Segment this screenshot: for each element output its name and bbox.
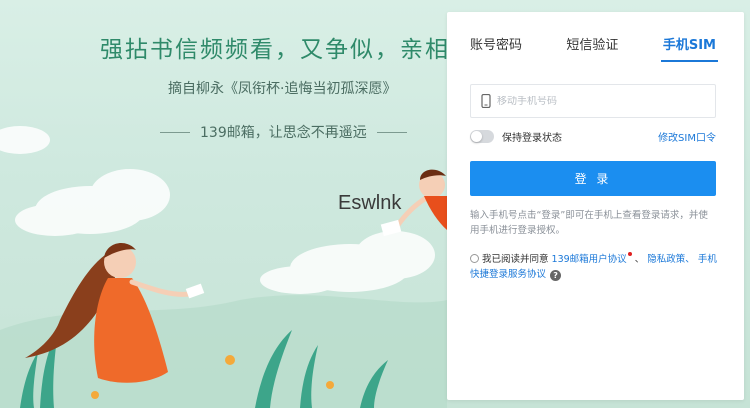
agreement-separator: 、 bbox=[634, 254, 645, 265]
change-sim-password-link[interactable]: 修改SIM口令 bbox=[658, 129, 716, 144]
mobile-phone-icon bbox=[481, 94, 491, 108]
phone-number-input[interactable] bbox=[497, 95, 697, 107]
user-agreement-link[interactable]: 139邮箱用户协议 bbox=[552, 254, 627, 265]
privacy-policy-link[interactable]: 隐私政策、 bbox=[647, 254, 695, 265]
tab-mobile-sim[interactable]: 手机SIM bbox=[660, 38, 719, 62]
banner-slogan-row: 139邮箱，让思念不再遥远 bbox=[160, 122, 450, 142]
phone-input-box[interactable] bbox=[470, 84, 716, 118]
remember-login-toggle[interactable] bbox=[470, 130, 494, 143]
agree-prefix: 我已阅读并同意 bbox=[482, 254, 549, 265]
slogan-divider-right bbox=[376, 131, 407, 133]
watermark-text: Eswlnk bbox=[338, 192, 402, 214]
login-panel: 账号密码 短信验证 手机SIM 保持登录状态 修改SIM口令 登 录 输入手机号… bbox=[447, 12, 744, 400]
banner-headline: 强拈书信频频看，又争似，亲相 bbox=[100, 37, 450, 63]
login-tabs: 账号密码 短信验证 手机SIM bbox=[470, 38, 719, 62]
remember-login-label: 保持登录状态 bbox=[502, 133, 562, 144]
new-badge-dot bbox=[627, 252, 632, 256]
agree-radio[interactable] bbox=[470, 254, 479, 263]
login-hint-text: 输入手机号点击“登录”即可在手机上查看登录请求，并使用手机进行登录授权。 bbox=[470, 210, 708, 236]
toggle-knob bbox=[471, 131, 482, 142]
remember-login-row: 保持登录状态 bbox=[470, 129, 562, 144]
tab-sms-verify[interactable]: 短信验证 bbox=[566, 38, 618, 62]
slogan-divider-left bbox=[160, 131, 190, 133]
login-button[interactable]: 登 录 bbox=[470, 161, 716, 196]
tab-account-password[interactable]: 账号密码 bbox=[470, 38, 522, 62]
help-icon[interactable]: ? bbox=[550, 270, 562, 281]
banner-attribution: 摘自柳永《凤衔杯·追悔当初孤深愿》 bbox=[168, 81, 397, 97]
banner-slogan: 139邮箱，让思念不再遥远 bbox=[200, 125, 367, 141]
agreement-block: 我已阅读并同意 139邮箱用户协议 、 隐私政策、 手机快捷登录服务协议? bbox=[470, 252, 720, 282]
